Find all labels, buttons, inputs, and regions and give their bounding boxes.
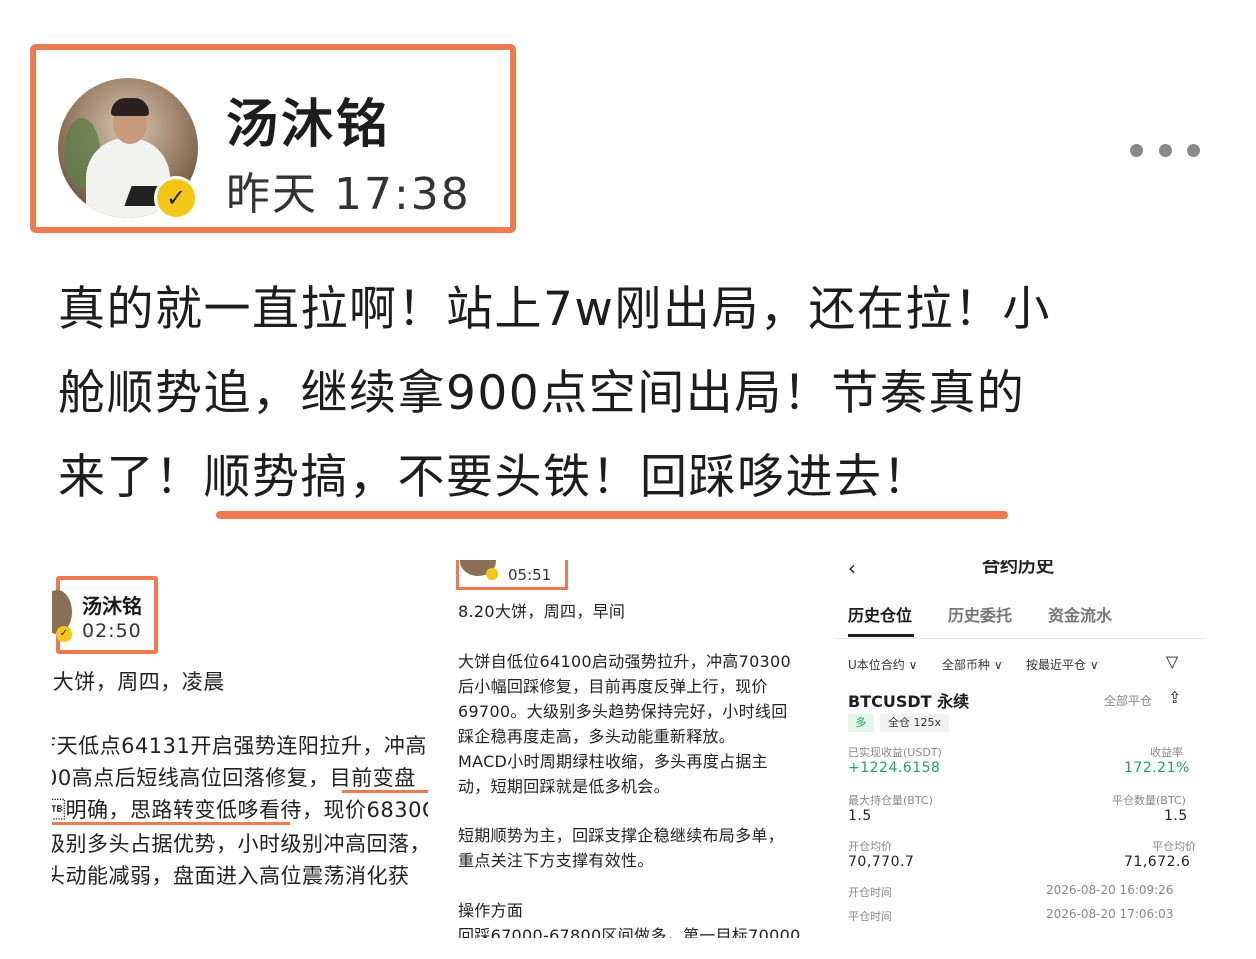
realized-pnl-value: +1224.6158 — [848, 760, 941, 776]
image-text-line: 00高点后短线高位回落修复，目前变盘 — [52, 766, 416, 790]
page-title: 合约历史 — [982, 560, 1054, 577]
open-time-label: 开仓时间 — [848, 886, 892, 899]
max-hold-value: 1.5 — [848, 808, 872, 824]
sort-filter[interactable]: 按最近平仓 ∨ — [1026, 656, 1099, 673]
close-avg-value: 71,672.6 — [1124, 854, 1191, 870]
highlight-underline — [52, 822, 290, 825]
image-heading: 8.20大饼，周四，早间 — [458, 602, 626, 621]
image-text-line: F天低点64131开启强势连阳拉升，冲高 — [52, 734, 427, 758]
image-text-line: 短期顺势为主，回踩支撑企稳继续布局多单， — [458, 826, 785, 845]
close-qty-value: 1.5 — [1164, 808, 1188, 824]
close-time-label: 平仓时间 — [848, 910, 892, 923]
share-icon[interactable]: ⇪ — [1168, 688, 1181, 707]
tab-history-positions[interactable]: 历史仓位 — [848, 602, 912, 626]
max-hold-label: 最大持仓量(BTC) — [848, 794, 933, 807]
verified-badge-icon: ✓ — [154, 176, 198, 220]
close-avg-label: 平仓均价 — [1152, 840, 1196, 853]
image-text-line: MACD小时周期绿柱收缩，多头再度占据主 — [458, 752, 768, 771]
post-image-2[interactable]: 05:51 8.20大饼，周四，早间 大饼自低位64100启动强势拉升，冲高70… — [448, 560, 804, 938]
author-name[interactable]: 汤沐铭 — [226, 82, 391, 157]
image-text-line: 操作方面 — [458, 901, 524, 920]
contract-type-filter[interactable]: U本位合约 ∨ — [848, 656, 917, 673]
divider — [834, 638, 1206, 639]
image-text-line: 重点关注下方支撑有效性。 — [458, 851, 654, 870]
image-text-line: 头动能减弱，盘面进入高位震荡消化获 — [52, 864, 410, 888]
active-tab-indicator — [848, 634, 914, 637]
highlight-underline — [216, 511, 1008, 519]
post-text-line: 来了！顺势搞，不要头铁！回踩哆进去！ — [58, 450, 931, 505]
image-heading: )大饼，周四，凌晨 — [52, 670, 225, 694]
leverage-badge: 全仓 125x — [880, 714, 950, 732]
open-avg-value: 70,770.7 — [848, 854, 915, 870]
coin-filter[interactable]: 全部币种 ∨ — [942, 656, 1003, 673]
post-time: 05:51 — [508, 566, 552, 584]
image-text-line: 后小幅回踩修复，目前再度反弹上行，现价 — [458, 677, 768, 696]
image-text-line: 大饼自低位64100启动强势拉升，冲高70300 — [458, 652, 791, 671]
image-text-line: 级别多头占据优势，小时级别冲高回落， — [52, 832, 428, 856]
close-all-button[interactable]: 全部平仓 — [1104, 692, 1152, 709]
post-time: 02:50 — [82, 620, 142, 642]
image-text-line: 69700。大级别多头趋势保持完好，小时线回 — [458, 702, 788, 721]
close-time-value: 2026-08-20 17:06:03 — [1046, 907, 1174, 921]
verified-badge-icon: ✓ — [56, 626, 72, 642]
image-text-line: 回踩67000-67800区间做多，第一目标70000 — [458, 926, 801, 938]
post-image-1[interactable]: ✓ 汤沐铭 02:50 )大饼，周四，凌晨 F天低点64131开启强势连阳拉升，… — [52, 560, 428, 900]
post-text-line: 真的就一直拉啊！站上7w刚出局，还在拉！小 — [58, 282, 1051, 337]
roi-label: 收益率 — [1150, 746, 1183, 759]
back-arrow-icon[interactable]: ‹ — [848, 560, 856, 580]
post-text-line: 舱顺势追，继续拿900点空间出局！节奏真的 — [58, 366, 1026, 421]
image-text-line: 踩企稳再度走高，多头动能重新释放。 — [458, 727, 736, 746]
close-qty-label: 平仓数量(BTC) — [1112, 794, 1186, 807]
post-image-3[interactable]: ‹ 合约历史 历史仓位 历史委托 资金流水 U本位合约 ∨ 全部币种 ∨ 按最近… — [834, 560, 1206, 938]
highlight-underline — [342, 790, 428, 793]
tab-fund-flow[interactable]: 资金流水 — [1048, 602, 1112, 626]
verified-badge-icon — [486, 568, 498, 580]
image-text-line: 明确，思路转变低哆看待，现价6830C — [52, 798, 428, 822]
realized-pnl-label: 已实现收益(USDT) — [848, 746, 942, 759]
open-avg-label: 开仓均价 — [848, 840, 892, 853]
open-time-value: 2026-08-20 16:09:26 — [1046, 883, 1174, 897]
more-options-icon[interactable] — [1130, 140, 1200, 160]
filter-icon[interactable]: ▽ — [1166, 652, 1178, 671]
author-name: 汤沐铭 — [82, 594, 142, 618]
image-text-line: 动，短期回踩就是低多机会。 — [458, 777, 670, 796]
post-time: 昨天 17:38 — [226, 169, 471, 220]
side-badge: 多 — [848, 714, 874, 732]
roi-value: 172.21% — [1124, 760, 1190, 776]
position-symbol: BTCUSDT 永续 — [848, 692, 970, 711]
tab-history-orders[interactable]: 历史委托 — [948, 602, 1012, 626]
